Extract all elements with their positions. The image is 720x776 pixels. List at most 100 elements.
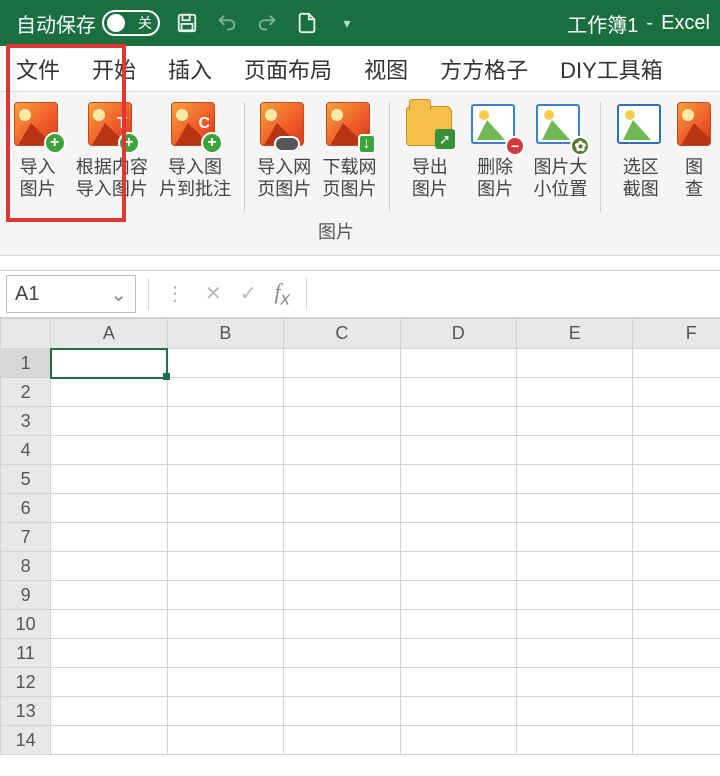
- cell[interactable]: [517, 552, 633, 581]
- row-header[interactable]: 1: [1, 349, 51, 378]
- cell[interactable]: [633, 610, 720, 639]
- cell[interactable]: [400, 639, 516, 668]
- cell[interactable]: [633, 726, 720, 755]
- redo-icon[interactable]: [254, 10, 280, 36]
- tab-home[interactable]: 开始: [90, 47, 138, 91]
- row-header[interactable]: 3: [1, 407, 51, 436]
- undo-icon[interactable]: [214, 10, 240, 36]
- cell[interactable]: [51, 494, 167, 523]
- row-header[interactable]: 6: [1, 494, 51, 523]
- cell[interactable]: [400, 523, 516, 552]
- cell[interactable]: [400, 436, 516, 465]
- cell[interactable]: [517, 407, 633, 436]
- cell[interactable]: [284, 552, 400, 581]
- row-header[interactable]: 10: [1, 610, 51, 639]
- cell[interactable]: [400, 668, 516, 697]
- cell[interactable]: [517, 697, 633, 726]
- row-header[interactable]: 4: [1, 436, 51, 465]
- cell[interactable]: [400, 407, 516, 436]
- cell[interactable]: [51, 349, 167, 378]
- tab-file[interactable]: 文件: [14, 47, 62, 91]
- document-icon[interactable]: [294, 10, 320, 36]
- cell[interactable]: [284, 726, 400, 755]
- cell[interactable]: [633, 349, 720, 378]
- save-icon[interactable]: [174, 10, 200, 36]
- cell[interactable]: [400, 581, 516, 610]
- cell[interactable]: [400, 494, 516, 523]
- cell[interactable]: [633, 668, 720, 697]
- cell[interactable]: [633, 494, 720, 523]
- cell[interactable]: [51, 378, 167, 407]
- tab-view[interactable]: 视图: [362, 47, 410, 91]
- cell[interactable]: [167, 581, 283, 610]
- cell[interactable]: [400, 610, 516, 639]
- cell[interactable]: [284, 581, 400, 610]
- export-image-button[interactable]: ➚ 导出 图片: [398, 102, 461, 200]
- cell[interactable]: [167, 494, 283, 523]
- row-header[interactable]: 12: [1, 668, 51, 697]
- row-header[interactable]: 11: [1, 639, 51, 668]
- cell[interactable]: [167, 436, 283, 465]
- chevron-down-icon[interactable]: ⌄: [110, 282, 127, 307]
- column-header[interactable]: C: [284, 319, 400, 349]
- enter-icon[interactable]: ✓: [240, 281, 257, 306]
- tab-ffgz[interactable]: 方方格子: [438, 47, 530, 91]
- cell[interactable]: [517, 639, 633, 668]
- cell[interactable]: [517, 494, 633, 523]
- cell[interactable]: [51, 697, 167, 726]
- cell[interactable]: [400, 465, 516, 494]
- image-size-position-button[interactable]: ✿ 图片大 小位置: [529, 102, 592, 200]
- cell[interactable]: [400, 378, 516, 407]
- fx-icon[interactable]: fx: [275, 279, 290, 309]
- cell[interactable]: [284, 407, 400, 436]
- cell[interactable]: [633, 552, 720, 581]
- autosave-toggle[interactable]: 自动保存 关: [10, 9, 160, 38]
- cell[interactable]: [51, 523, 167, 552]
- cell[interactable]: [517, 523, 633, 552]
- cell[interactable]: [284, 523, 400, 552]
- cell[interactable]: [284, 639, 400, 668]
- column-header[interactable]: A: [51, 319, 167, 349]
- cell[interactable]: [517, 668, 633, 697]
- cell[interactable]: [633, 465, 720, 494]
- cell[interactable]: [517, 436, 633, 465]
- customize-qat-icon[interactable]: ▾: [334, 10, 360, 36]
- tab-diy-toolbox[interactable]: DIY工具箱: [558, 47, 665, 91]
- cell[interactable]: [167, 523, 283, 552]
- cell[interactable]: [167, 639, 283, 668]
- cell[interactable]: [167, 726, 283, 755]
- cell[interactable]: [167, 668, 283, 697]
- cell[interactable]: [51, 552, 167, 581]
- cell[interactable]: [51, 668, 167, 697]
- cell[interactable]: [51, 581, 167, 610]
- cell[interactable]: [284, 436, 400, 465]
- column-header[interactable]: F: [633, 319, 720, 349]
- select-all-corner[interactable]: [1, 319, 51, 349]
- cell[interactable]: [400, 349, 516, 378]
- cell[interactable]: [284, 610, 400, 639]
- cell[interactable]: [284, 465, 400, 494]
- delete-image-button[interactable]: − 删除 图片: [463, 102, 526, 200]
- cell[interactable]: [284, 349, 400, 378]
- column-header[interactable]: E: [517, 319, 633, 349]
- cell[interactable]: [400, 552, 516, 581]
- cell[interactable]: [284, 494, 400, 523]
- import-by-content-button[interactable]: T+ 根据内容 导入图片: [71, 102, 152, 200]
- row-header[interactable]: 8: [1, 552, 51, 581]
- cell[interactable]: [167, 349, 283, 378]
- row-header[interactable]: 7: [1, 523, 51, 552]
- cell[interactable]: [284, 668, 400, 697]
- row-header[interactable]: 5: [1, 465, 51, 494]
- cell[interactable]: [167, 552, 283, 581]
- selection-screenshot-button[interactable]: 选区 截图: [609, 102, 672, 200]
- cell[interactable]: [167, 465, 283, 494]
- row-header[interactable]: 13: [1, 697, 51, 726]
- cell[interactable]: [167, 610, 283, 639]
- cell[interactable]: [167, 697, 283, 726]
- tab-page-layout[interactable]: 页面布局: [242, 47, 334, 91]
- cell[interactable]: [633, 697, 720, 726]
- image-view-button[interactable]: 图 查: [674, 102, 714, 200]
- cell[interactable]: [517, 465, 633, 494]
- cell[interactable]: [517, 610, 633, 639]
- cell[interactable]: [633, 378, 720, 407]
